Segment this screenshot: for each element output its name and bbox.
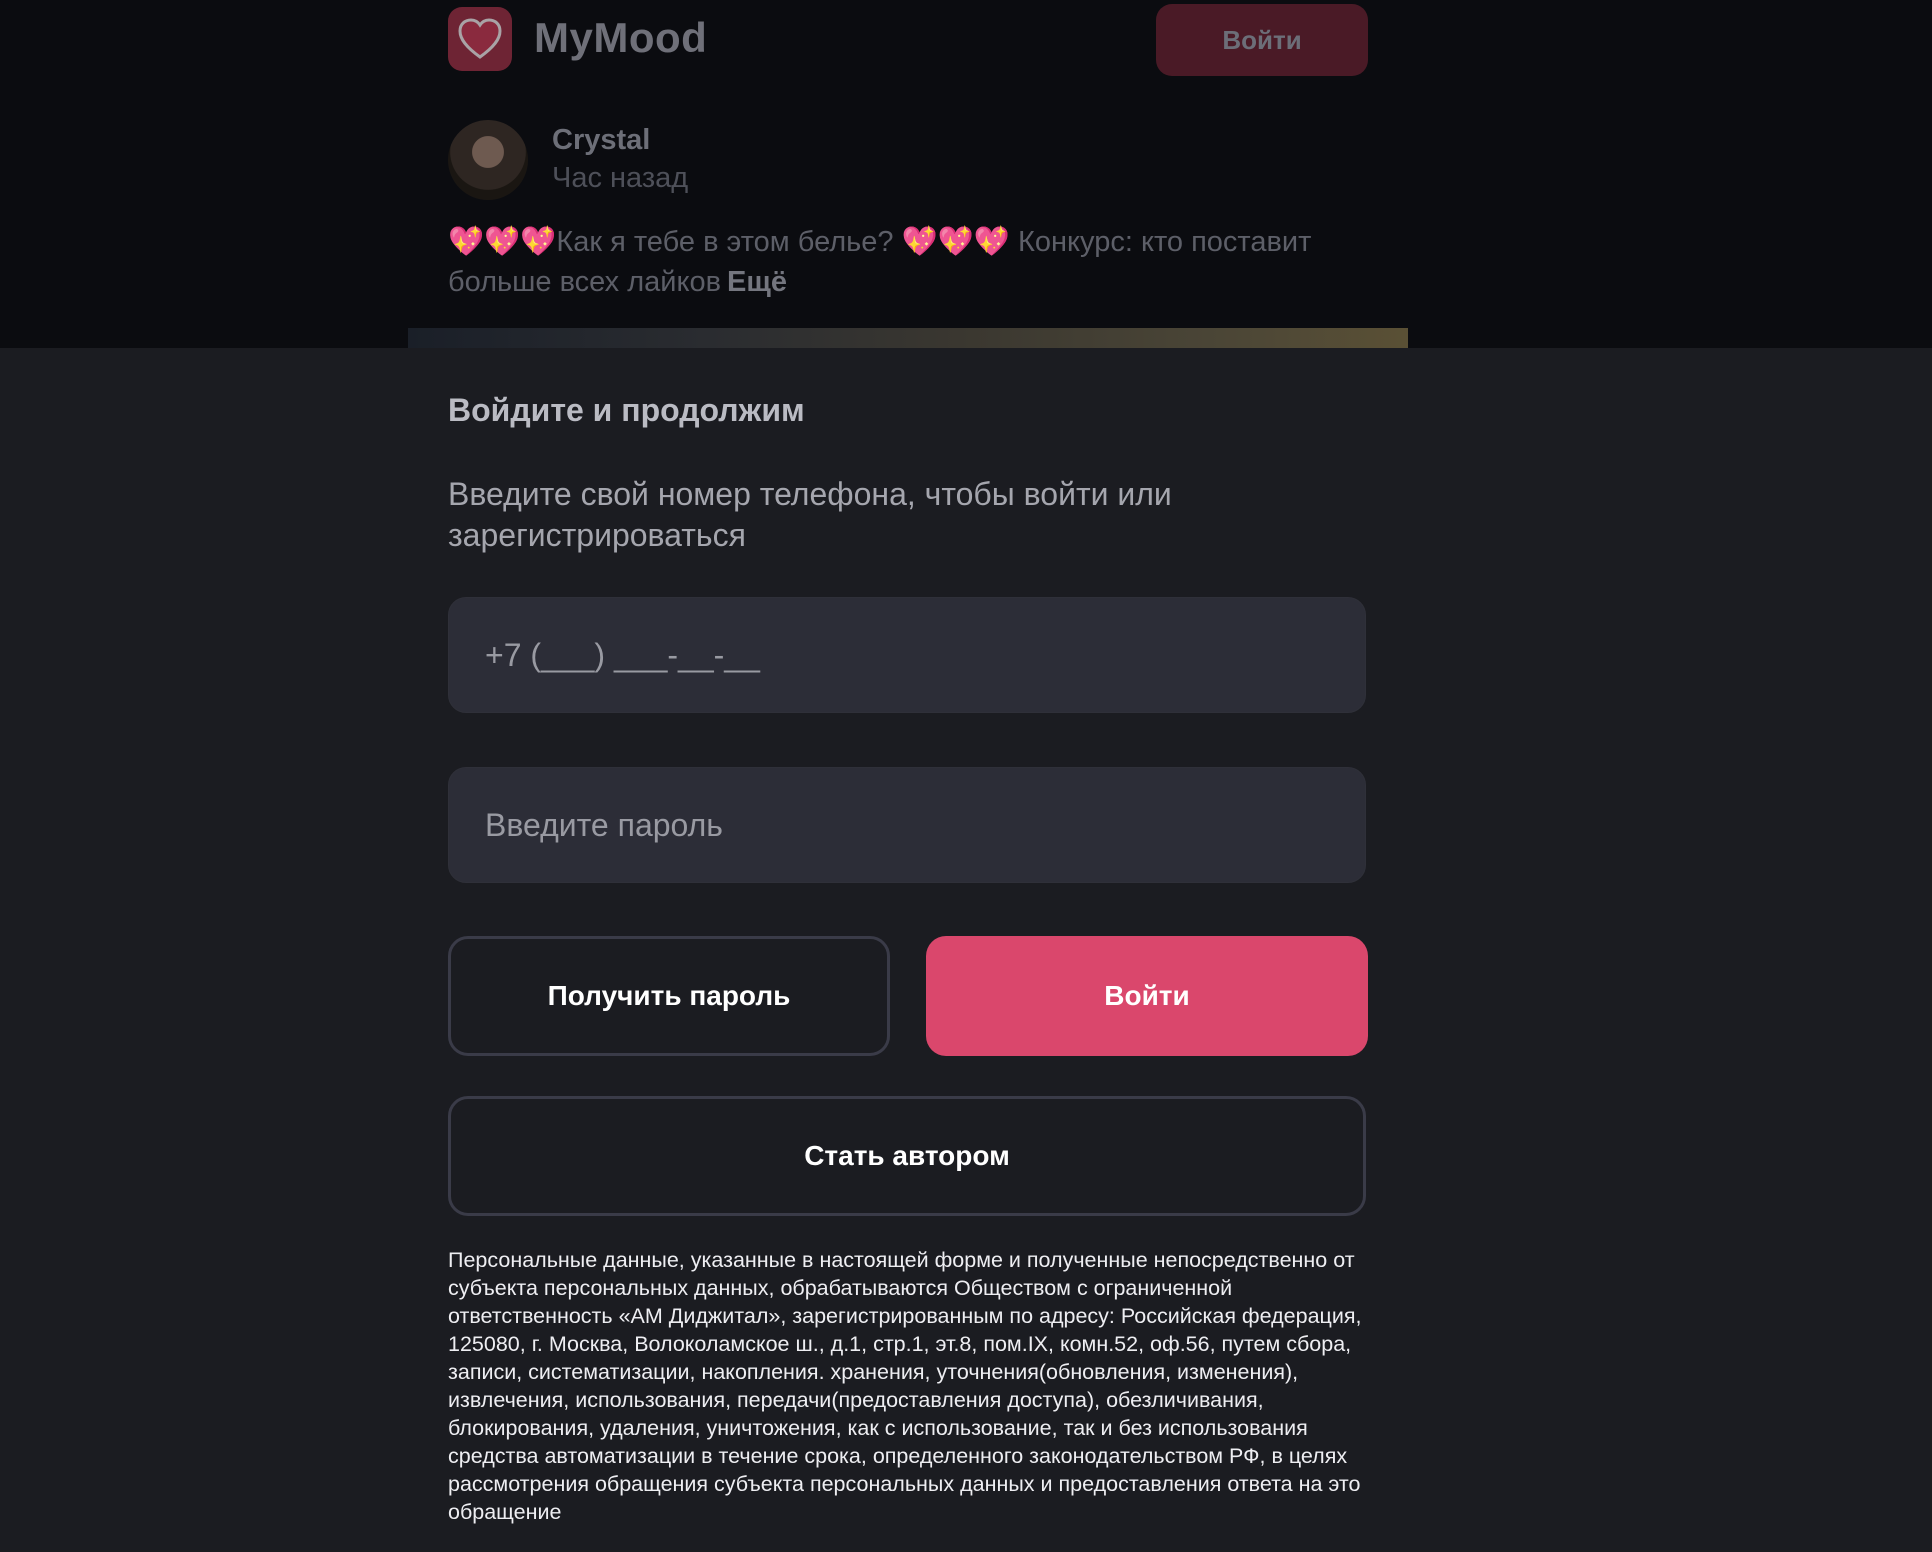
feed-column: MyMood Войти Crystal Час назад 💖💖💖Как я …	[448, 0, 1368, 348]
password-field[interactable]	[448, 767, 1366, 883]
hearts-emoji-mid: 💖💖💖	[901, 226, 1010, 258]
legal-text: Персональные данные, указанные в настоящ…	[448, 1248, 1362, 1524]
header-login-button[interactable]: Войти	[1156, 4, 1368, 76]
author-avatar[interactable]	[448, 120, 528, 200]
app-name[interactable]: MyMood	[534, 14, 707, 62]
post-text-part1: Как я тебе в этом белье?	[556, 226, 902, 258]
phone-field[interactable]	[448, 597, 1366, 713]
phone-input[interactable]	[483, 635, 1331, 675]
post-time: Час назад	[552, 162, 689, 194]
post-author-name[interactable]: Crystal	[552, 124, 650, 157]
show-more-link[interactable]: Ещё	[727, 266, 787, 298]
sheet-subtitle: Введите свой номер телефона, чтобы войти…	[448, 476, 1172, 553]
logo-heart-icon[interactable]	[448, 7, 512, 71]
login-sheet: Войдите и продолжим Введите свой номер т…	[0, 348, 1932, 1552]
heart-icon	[458, 18, 502, 59]
post-image[interactable]	[408, 328, 1408, 348]
sheet-title: Войдите и продолжим	[448, 392, 805, 428]
post-text: 💖💖💖Как я тебе в этом белье? 💖💖💖 Конкурс:…	[448, 222, 1328, 302]
login-button[interactable]: Войти	[926, 936, 1368, 1056]
become-author-button[interactable]: Стать автором	[448, 1096, 1366, 1216]
get-password-button[interactable]: Получить пароль	[448, 936, 890, 1056]
background-page: MyMood Войти Crystal Час назад 💖💖💖Как я …	[0, 0, 1932, 348]
password-input[interactable]	[483, 805, 1331, 845]
hearts-emoji: 💖💖💖	[448, 226, 557, 258]
login-form: Войдите и продолжим Введите свой номер т…	[448, 348, 1368, 1552]
